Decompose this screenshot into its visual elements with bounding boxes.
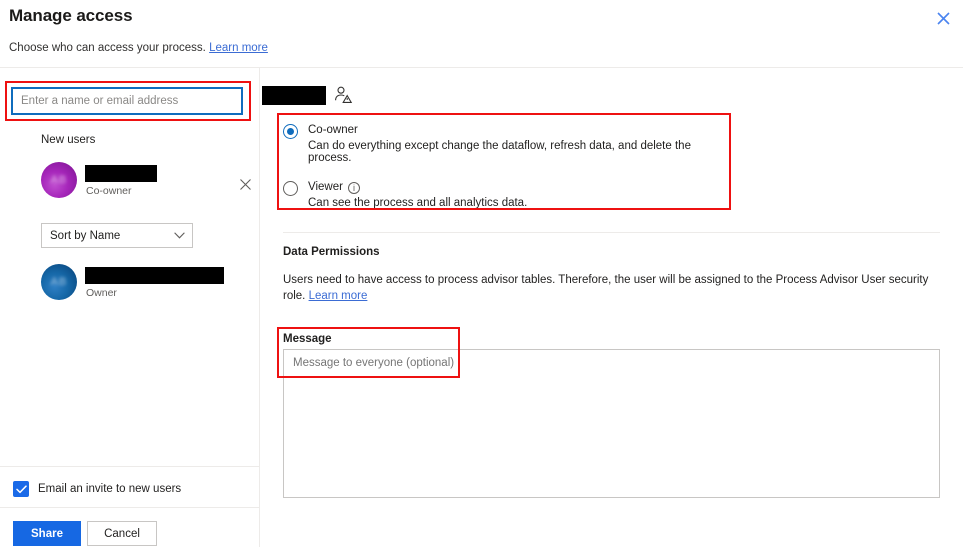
radio-co-owner-description: Can do everything except change the data…	[308, 140, 691, 164]
sort-dropdown[interactable]: Sort by Name	[41, 223, 193, 248]
data-permissions-title: Data Permissions	[283, 246, 380, 258]
email-invite-label: Email an invite to new users	[38, 483, 182, 495]
page-title: Manage access	[9, 6, 133, 25]
chevron-down-icon	[174, 230, 185, 242]
avatar-initials: AB	[50, 276, 68, 288]
search-input-placeholder: Enter a name or email address	[21, 95, 179, 107]
learn-more-link-permissions[interactable]: Learn more	[309, 290, 368, 302]
person-warning-icon	[333, 85, 353, 105]
close-icon[interactable]	[931, 6, 955, 30]
checkbox-check-icon	[13, 481, 29, 497]
user-role-label: Co-owner	[86, 185, 132, 197]
radio-viewer-description: Can see the process and all analytics da…	[308, 197, 528, 209]
avatar: AB	[41, 162, 77, 198]
new-users-label: New users	[41, 134, 96, 146]
right-panel-divider	[283, 232, 940, 233]
message-input[interactable]	[283, 349, 940, 498]
share-button[interactable]: Share	[13, 521, 81, 546]
dialog-subtitle: Choose who can access your process. Lear…	[9, 42, 268, 54]
message-label: Message	[283, 333, 332, 345]
dialog-subtitle-text: Choose who can access your process.	[9, 42, 206, 54]
radio-viewer[interactable]: Viewer i Can see the process and all ana…	[283, 180, 723, 209]
radio-co-owner-label: Co-owner	[308, 124, 358, 136]
user-name-redacted	[85, 165, 157, 182]
panel-divider	[259, 68, 260, 547]
left-panel-divider-top	[0, 466, 259, 467]
radio-co-owner[interactable]: Co-owner Can do everything except change…	[283, 123, 723, 164]
radio-indicator	[283, 181, 298, 196]
header-divider	[0, 67, 963, 68]
data-permissions-text: Users need to have access to process adv…	[283, 274, 929, 302]
avatar-initials: AB	[50, 174, 68, 186]
manage-access-dialog: Manage access Choose who can access your…	[0, 0, 963, 547]
role-radio-group: Co-owner Can do everything except change…	[283, 123, 723, 220]
email-invite-checkbox[interactable]: Email an invite to new users	[13, 481, 181, 497]
info-icon[interactable]: i	[347, 181, 360, 194]
selected-user-name-redacted	[262, 86, 326, 105]
radio-viewer-label: Viewer	[308, 181, 343, 193]
sort-dropdown-value: Sort by Name	[50, 229, 121, 242]
list-item[interactable]: AB Owner	[41, 264, 256, 304]
radio-dot	[287, 128, 294, 135]
radio-indicator	[283, 124, 298, 139]
left-panel-divider-bottom	[0, 507, 259, 508]
list-item[interactable]: AB Co-owner	[41, 162, 256, 202]
search-input[interactable]: Enter a name or email address	[11, 87, 243, 115]
data-permissions-body: Users need to have access to process adv…	[283, 272, 943, 304]
cancel-button[interactable]: Cancel	[87, 521, 157, 546]
avatar: AB	[41, 264, 77, 300]
learn-more-link-header[interactable]: Learn more	[209, 42, 268, 54]
user-name-redacted	[85, 267, 224, 284]
remove-user-icon[interactable]	[236, 175, 254, 193]
user-role-label: Owner	[86, 287, 117, 299]
